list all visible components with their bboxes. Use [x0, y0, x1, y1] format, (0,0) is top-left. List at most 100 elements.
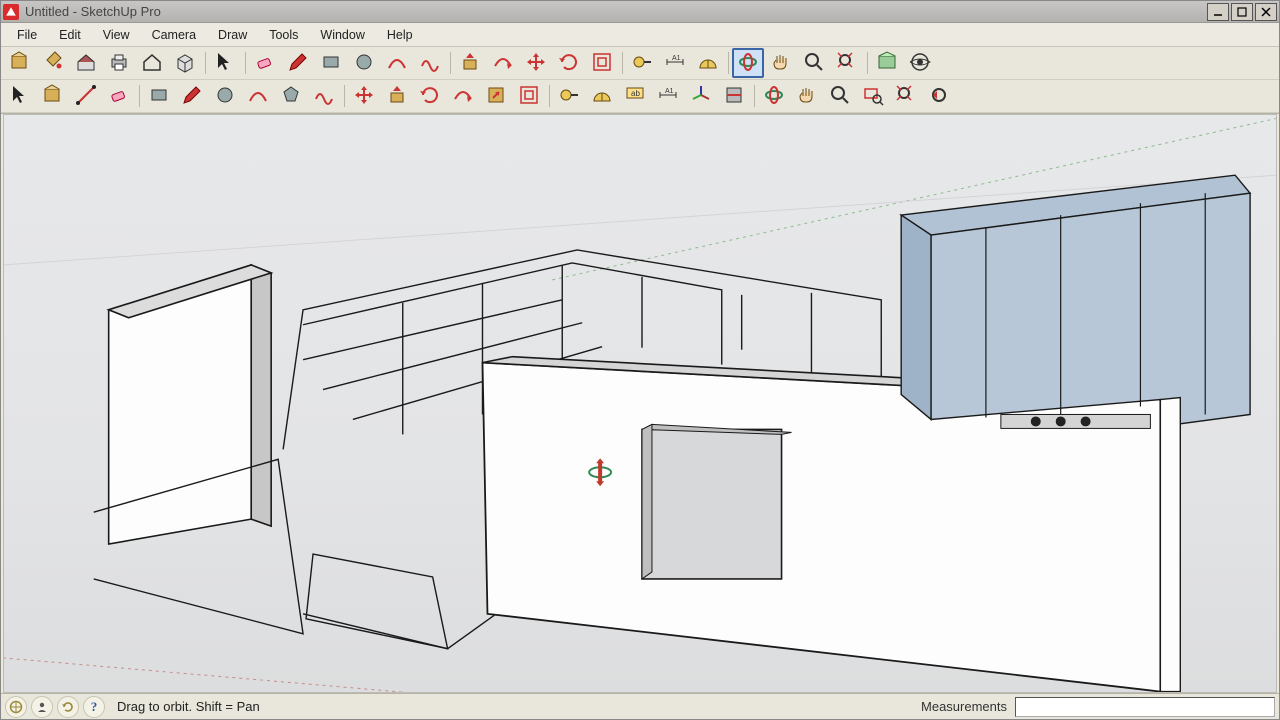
rectangle-button[interactable] — [315, 48, 347, 78]
menu-tools[interactable]: Tools — [259, 26, 308, 44]
zoom-extents-2-button[interactable] — [890, 81, 922, 111]
toolbar-separator — [864, 49, 870, 77]
status-geo-icon[interactable] — [5, 696, 27, 718]
make-component-2-button[interactable] — [37, 81, 69, 111]
dimension-button[interactable]: A1 — [659, 48, 691, 78]
eraser-button[interactable] — [249, 48, 281, 78]
wall-left — [109, 265, 271, 544]
menu-camera[interactable]: Camera — [142, 26, 206, 44]
menu-window[interactable]: Window — [310, 26, 374, 44]
offset-button[interactable] — [586, 48, 618, 78]
pencil-2-button[interactable] — [176, 81, 208, 111]
model-canvas[interactable] — [4, 115, 1276, 692]
follow-me-2-icon — [451, 83, 475, 110]
get-models-button[interactable] — [871, 48, 903, 78]
select-arrow-icon — [213, 50, 237, 77]
follow-me-button[interactable] — [487, 48, 519, 78]
previous-view-button[interactable] — [923, 81, 955, 111]
get-models-icon — [875, 50, 899, 77]
measurements-input[interactable] — [1015, 697, 1275, 717]
paint-bucket-button[interactable] — [37, 48, 69, 78]
arc-button[interactable] — [381, 48, 413, 78]
toolbar-separator — [341, 82, 347, 110]
select-arrow-button[interactable] — [209, 48, 241, 78]
rectangle-2-button[interactable] — [143, 81, 175, 111]
polygon-button[interactable] — [275, 81, 307, 111]
look-around-button[interactable] — [904, 48, 936, 78]
minimize-button[interactable] — [1207, 3, 1229, 21]
move-2-button[interactable] — [348, 81, 380, 111]
freehand-2-button[interactable] — [308, 81, 340, 111]
zoom-extents-button[interactable] — [831, 48, 863, 78]
pencil-button[interactable] — [282, 48, 314, 78]
close-button[interactable] — [1255, 3, 1277, 21]
tape-measure-2-icon — [557, 83, 581, 110]
offset-2-button[interactable] — [513, 81, 545, 111]
circle-2-button[interactable] — [209, 81, 241, 111]
protractor-button[interactable] — [692, 48, 724, 78]
zoom-extents-2-icon — [894, 83, 918, 110]
rotate-2-button[interactable] — [414, 81, 446, 111]
push-pull-button[interactable] — [454, 48, 486, 78]
circle-button[interactable] — [348, 48, 380, 78]
text-tool-button[interactable]: ab — [619, 81, 651, 111]
scale-button[interactable] — [480, 81, 512, 111]
zoom-2-icon — [828, 83, 852, 110]
menu-draw[interactable]: Draw — [208, 26, 257, 44]
section-plane-button[interactable] — [718, 81, 750, 111]
maximize-button[interactable] — [1231, 3, 1253, 21]
orbit-2-button[interactable] — [758, 81, 790, 111]
zoom-button[interactable] — [798, 48, 830, 78]
rotate-button[interactable] — [553, 48, 585, 78]
select-arrow-2-icon — [8, 83, 32, 110]
status-bar: ? Drag to orbit. Shift = Pan Measurement… — [1, 693, 1279, 719]
pencil-icon — [286, 50, 310, 77]
house-outline-button[interactable] — [136, 48, 168, 78]
toolbar-separator — [725, 49, 731, 77]
arc-2-button[interactable] — [242, 81, 274, 111]
zoom-window-button[interactable] — [857, 81, 889, 111]
tape-measure-2-button[interactable] — [553, 81, 585, 111]
rectangle-icon — [319, 50, 343, 77]
menu-edit[interactable]: Edit — [49, 26, 91, 44]
rotate-icon — [557, 50, 581, 77]
house-model-button[interactable] — [70, 48, 102, 78]
orbit-button[interactable] — [732, 48, 764, 78]
model-viewport[interactable] — [3, 114, 1277, 693]
axes-icon — [689, 83, 713, 110]
zoom-2-button[interactable] — [824, 81, 856, 111]
push-pull-2-button[interactable] — [381, 81, 413, 111]
select-arrow-2-button[interactable] — [4, 81, 36, 111]
protractor-2-button[interactable] — [586, 81, 618, 111]
tape-measure-button[interactable] — [626, 48, 658, 78]
dimension-icon: A1 — [663, 50, 687, 77]
eraser-icon — [253, 50, 277, 77]
box-button[interactable] — [169, 48, 201, 78]
eraser-2-button[interactable] — [103, 81, 135, 111]
follow-me-icon — [491, 50, 515, 77]
axes-button[interactable] — [685, 81, 717, 111]
line-tool-button[interactable] — [70, 81, 102, 111]
toolbar-row-2: ab A1 — [1, 80, 1279, 113]
menu-help[interactable]: Help — [377, 26, 423, 44]
orbit-icon — [736, 50, 760, 77]
svg-text:A1: A1 — [665, 88, 674, 95]
status-help-icon[interactable]: ? — [83, 696, 105, 718]
freehand-button[interactable] — [414, 48, 446, 78]
app-icon — [3, 4, 19, 20]
make-component-2-icon — [41, 83, 65, 110]
pan-2-button[interactable] — [791, 81, 823, 111]
menu-file[interactable]: File — [7, 26, 47, 44]
eraser-2-icon — [107, 83, 131, 110]
follow-me-2-button[interactable] — [447, 81, 479, 111]
status-person-icon[interactable] — [31, 696, 53, 718]
offset-icon — [590, 50, 614, 77]
menu-view[interactable]: View — [93, 26, 140, 44]
move-button[interactable] — [520, 48, 552, 78]
dimension-2-icon: A1 — [656, 83, 680, 110]
status-refresh-icon[interactable] — [57, 696, 79, 718]
dimension-2-button[interactable]: A1 — [652, 81, 684, 111]
print-button[interactable] — [103, 48, 135, 78]
pan-button[interactable] — [765, 48, 797, 78]
make-component-button[interactable] — [4, 48, 36, 78]
